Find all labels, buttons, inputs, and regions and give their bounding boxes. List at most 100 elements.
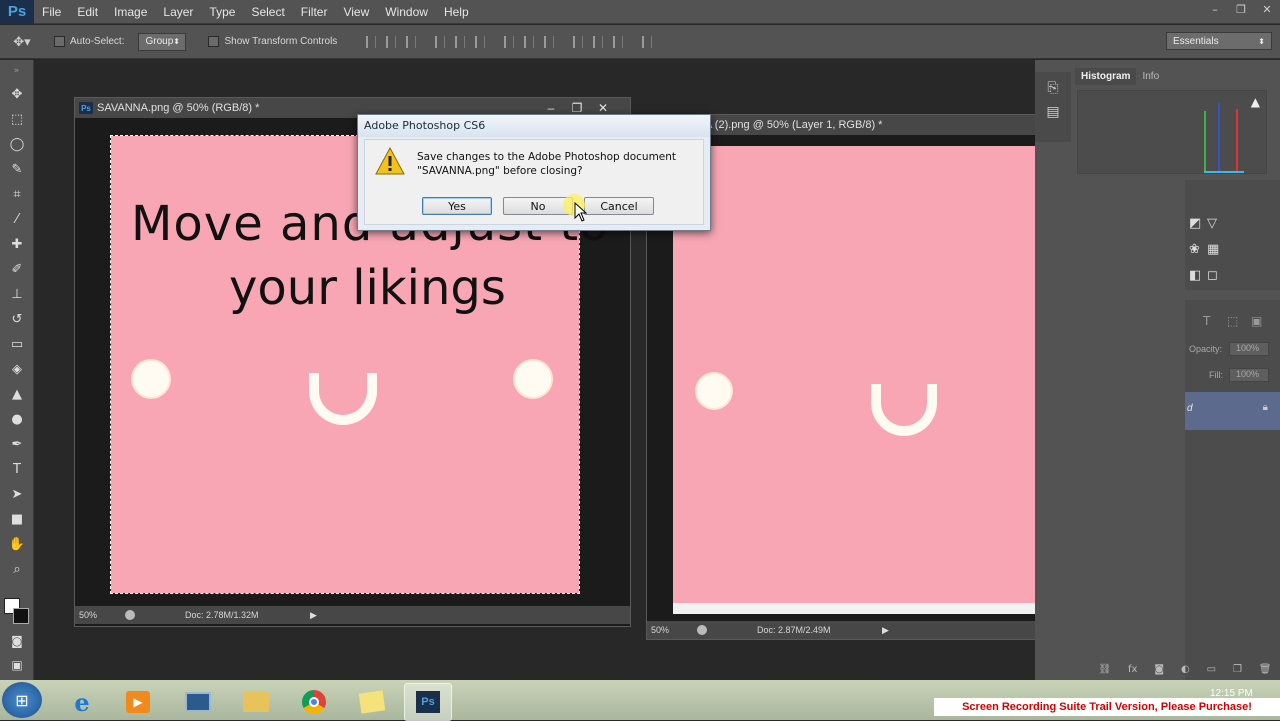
history-brush-tool-icon[interactable]: ↺: [0, 307, 34, 332]
align-vcenter-icon[interactable]: [386, 35, 397, 48]
lasso-tool-icon[interactable]: ◯: [0, 132, 34, 157]
hand-tool-icon[interactable]: ✋: [0, 532, 34, 557]
invert-adjustment-icon[interactable]: ◧: [1189, 268, 1201, 283]
layer-style-icon[interactable]: fx: [1128, 664, 1137, 680]
notes-taskbar-button[interactable]: [348, 683, 396, 721]
menu-select[interactable]: Select: [243, 0, 292, 24]
align-bottom-icon[interactable]: [406, 35, 417, 48]
menu-file[interactable]: File: [34, 0, 69, 24]
start-button[interactable]: ⊞: [2, 682, 42, 718]
background-color-swatch[interactable]: [13, 608, 29, 624]
opacity-field[interactable]: 100%: [1229, 342, 1269, 356]
menu-filter[interactable]: Filter: [293, 0, 336, 24]
cancel-button[interactable]: Cancel: [584, 197, 654, 215]
add-mask-icon[interactable]: ◙: [1154, 664, 1164, 680]
shape-tool-icon[interactable]: ■: [0, 507, 34, 532]
menu-window[interactable]: Window: [377, 0, 436, 24]
distribute-right-icon[interactable]: [613, 35, 624, 48]
menu-image[interactable]: Image: [106, 0, 155, 24]
filter-smart-object-icon[interactable]: ▣: [1251, 314, 1262, 328]
menu-type[interactable]: Type: [201, 0, 243, 24]
pen-tool-icon[interactable]: ✒: [0, 432, 34, 457]
sticky-notes-icon: [358, 690, 386, 714]
adjustment-layer-icon[interactable]: ◐: [1181, 664, 1190, 680]
quick-select-tool-icon[interactable]: ✎: [0, 157, 34, 182]
workspace-dropdown[interactable]: Essentials ⬍: [1166, 32, 1272, 50]
auto-select-checkbox[interactable]: [54, 36, 65, 47]
distribute-left-icon[interactable]: [573, 35, 584, 48]
yes-button[interactable]: Yes: [422, 197, 492, 215]
color-balance-icon[interactable]: ❀: [1189, 242, 1200, 257]
threshold-adjustment-icon[interactable]: ◻: [1207, 268, 1218, 283]
color-swatches[interactable]: [4, 598, 30, 626]
photoshop-taskbar-button[interactable]: Ps: [404, 683, 452, 721]
menu-view[interactable]: View: [335, 0, 377, 24]
zoom-level[interactable]: 50%: [647, 625, 697, 635]
status-menu-arrow-icon[interactable]: ▶: [882, 625, 889, 636]
distribute-hcenter-icon[interactable]: [593, 35, 604, 48]
status-options-icon[interactable]: [697, 625, 707, 635]
status-options-icon[interactable]: [125, 610, 135, 620]
crop-tool-icon[interactable]: ⌗: [0, 182, 34, 207]
properties-panel-icon[interactable]: ▤: [1035, 104, 1071, 120]
computer-taskbar-button[interactable]: [174, 683, 222, 721]
auto-align-icon[interactable]: [642, 35, 653, 48]
menu-layer[interactable]: Layer: [155, 0, 201, 24]
healing-tool-icon[interactable]: ✚: [0, 232, 34, 257]
move-tool-icon[interactable]: ✥: [0, 82, 34, 107]
gradient-map-icon[interactable]: ▽: [1207, 216, 1217, 231]
blur-tool-icon[interactable]: ▲: [0, 382, 34, 407]
align-hcenter-icon[interactable]: [455, 35, 466, 48]
bucket-tool-icon[interactable]: ◈: [0, 357, 34, 382]
doc-close-button[interactable]: ✕: [590, 101, 616, 115]
app-minimize-button[interactable]: –: [1202, 0, 1228, 18]
type-tool-icon[interactable]: T: [0, 457, 34, 482]
ie-taskbar-button[interactable]: e: [58, 683, 106, 721]
transform-controls-checkbox[interactable]: [208, 36, 220, 47]
eraser-tool-icon[interactable]: ▭: [0, 332, 34, 357]
tools-collapse-icon[interactable]: »: [0, 60, 33, 82]
screen-mode-icon[interactable]: ▣: [0, 652, 34, 677]
tab-info[interactable]: Info: [1136, 68, 1165, 85]
status-menu-arrow-icon[interactable]: ▶: [310, 610, 317, 621]
distribute-top-icon[interactable]: [504, 35, 515, 48]
auto-select-dropdown[interactable]: Group ⬍: [138, 32, 187, 51]
new-layer-icon[interactable]: ❐: [1233, 664, 1242, 680]
explorer-taskbar-button[interactable]: [232, 683, 280, 721]
history-panel-icon[interactable]: ⎘: [1035, 80, 1071, 96]
delete-layer-icon[interactable]: 🗑︎: [1259, 664, 1272, 680]
brush-tool-icon[interactable]: ✐: [0, 257, 34, 282]
new-group-icon[interactable]: ▭: [1207, 664, 1216, 680]
align-left-icon[interactable]: [435, 35, 446, 48]
quick-mask-icon[interactable]: ◙: [0, 628, 34, 653]
align-right-icon[interactable]: [475, 35, 486, 48]
link-layers-icon[interactable]: ⛓: [1098, 664, 1111, 680]
app-close-button[interactable]: ✕: [1254, 0, 1280, 18]
dodge-tool-icon[interactable]: ●: [0, 407, 34, 432]
zoom-level[interactable]: 50%: [75, 610, 125, 620]
app-maximize-button[interactable]: ❐: [1228, 0, 1254, 18]
path-select-tool-icon[interactable]: ➤: [0, 482, 34, 507]
align-top-icon[interactable]: [366, 35, 377, 48]
tab-histogram[interactable]: Histogram: [1075, 68, 1137, 85]
filter-type-icon[interactable]: T: [1203, 314, 1210, 328]
channel-mixer-icon[interactable]: ▦: [1207, 242, 1219, 257]
stamp-tool-icon[interactable]: ⊥: [0, 282, 34, 307]
chrome-taskbar-button[interactable]: [290, 683, 338, 721]
doc-maximize-button[interactable]: ❐: [564, 101, 590, 115]
distribute-vcenter-icon[interactable]: [524, 35, 535, 48]
menu-help[interactable]: Help: [436, 0, 477, 24]
zoom-tool-icon[interactable]: ⌕: [0, 557, 34, 582]
doc-minimize-button[interactable]: –: [538, 101, 564, 115]
menu-edit[interactable]: Edit: [69, 0, 106, 24]
eyedropper-tool-icon[interactable]: ⁄: [0, 207, 34, 232]
histogram-warning-icon[interactable]: ▲: [1251, 95, 1260, 109]
distribute-bottom-icon[interactable]: [544, 35, 555, 48]
marquee-tool-icon[interactable]: ⬚: [0, 107, 34, 132]
fill-field[interactable]: 100%: [1229, 368, 1269, 382]
filter-shape-icon[interactable]: ⬚: [1227, 314, 1238, 328]
layer-row-selected[interactable]: d 🔒︎: [1185, 392, 1280, 430]
media-taskbar-button[interactable]: ▶: [114, 683, 162, 721]
move-tool-preset-icon[interactable]: ✥▾: [0, 34, 44, 50]
curves-adjustment-icon[interactable]: ◩: [1189, 216, 1201, 231]
